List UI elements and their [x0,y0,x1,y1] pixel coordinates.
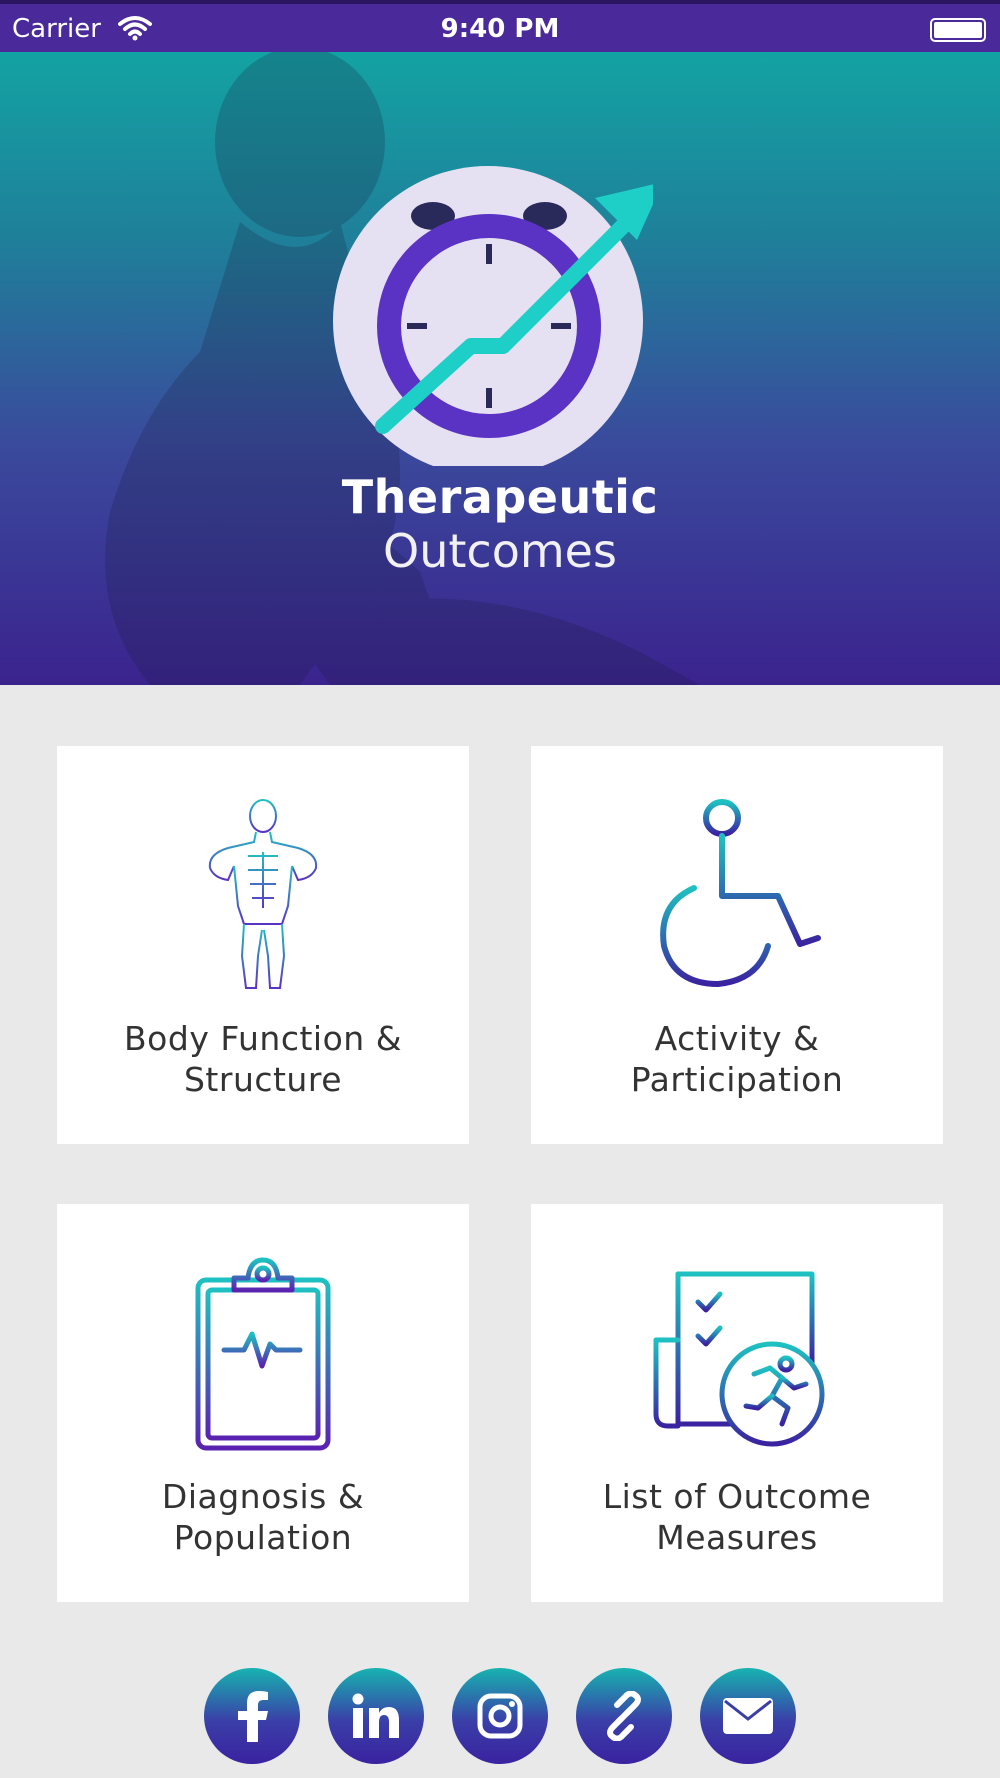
facebook-button[interactable] [204,1668,300,1764]
card-label-line1: Diagnosis & [161,1477,365,1516]
card-label: Diagnosis & Population [67,1476,459,1558]
hero-banner: Therapeutic Outcomes [0,52,1000,685]
card-label: Activity & Participation [541,1018,933,1100]
linkedin-icon [352,1693,399,1738]
link-icon [607,1691,641,1741]
checklist-runner-icon [653,1271,825,1447]
outcome-measures-card[interactable]: List of Outcome Measures [531,1204,943,1602]
email-icon [723,1698,773,1734]
body-function-structure-card[interactable]: Body Function & Structure [57,746,469,1144]
instagram-icon [477,1693,523,1739]
app-subtitle: Outcomes [383,524,617,578]
website-link-button[interactable] [576,1668,672,1764]
diagnosis-population-card[interactable]: Diagnosis & Population [57,1204,469,1602]
status-time: 9:40 PM [440,14,560,44]
card-label-line1: Body Function & [124,1019,402,1058]
card-label: List of Outcome Measures [541,1476,933,1558]
card-label-line2: Measures [656,1518,818,1557]
clock-trend-arrow-icon [333,166,653,466]
card-label-line1: List of Outcome [602,1477,872,1516]
facebook-icon [238,1691,268,1742]
body-anatomy-icon [208,799,318,989]
app-title: Therapeutic [341,470,659,524]
activity-participation-card[interactable]: Activity & Participation [531,746,943,1144]
battery-icon [930,18,986,42]
social-links [0,1668,1000,1768]
instagram-button[interactable] [452,1668,548,1764]
linkedin-button[interactable] [328,1668,424,1764]
card-label: Body Function & Structure [67,1018,459,1100]
card-label-line1: Activity & [654,1019,820,1058]
email-button[interactable] [700,1668,796,1764]
card-label-line2: Participation [630,1060,844,1099]
card-label-line2: Population [173,1518,353,1557]
clipboard-heartbeat-icon [195,1257,331,1451]
status-bar: Carrier 9:40 PM [0,0,1000,52]
wheelchair-icon [660,799,821,987]
card-label-line2: Structure [183,1060,342,1099]
